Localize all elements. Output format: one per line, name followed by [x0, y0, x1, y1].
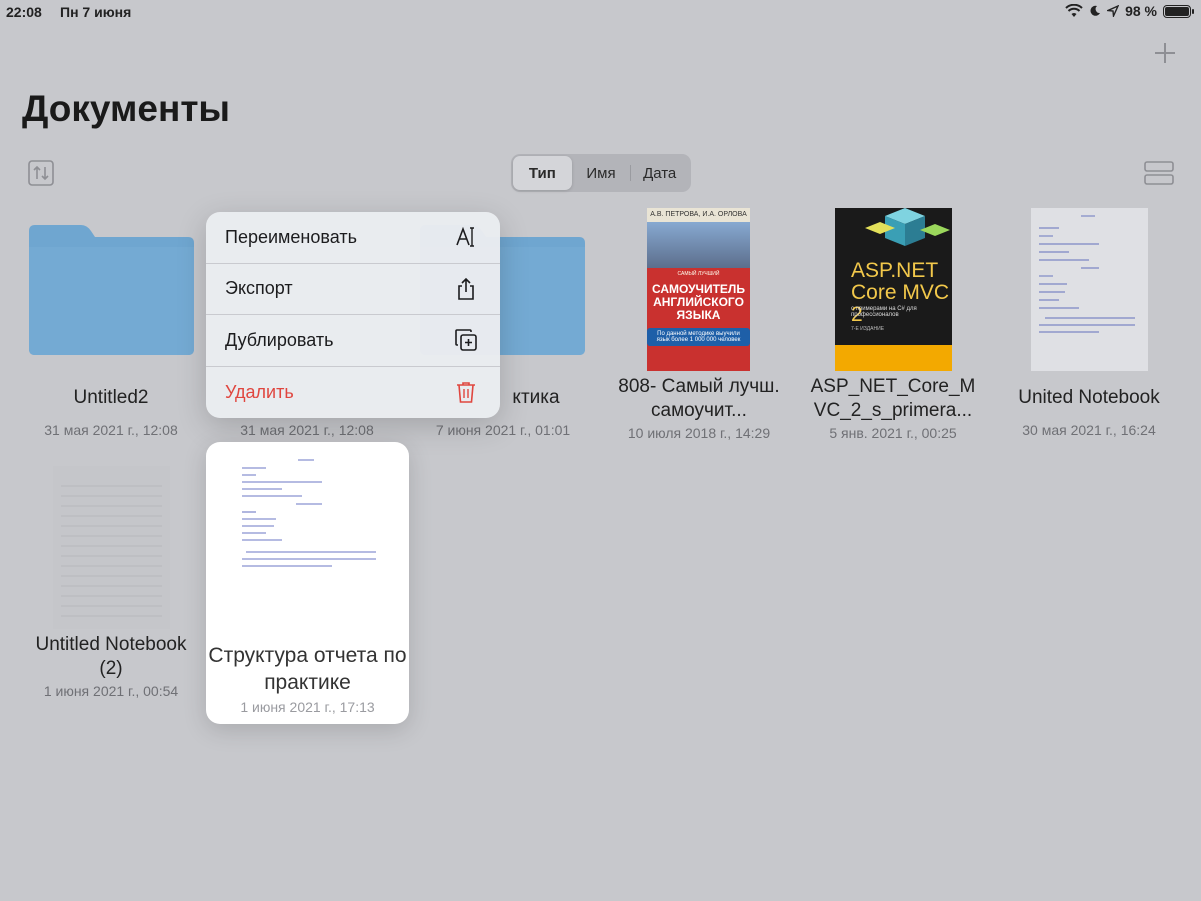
- location-icon: [1107, 5, 1120, 17]
- document-date: 31 мая 2021 г., 12:08: [240, 422, 374, 438]
- document-date: 1 июня 2021 г., 00:54: [43, 683, 179, 699]
- document-item[interactable]: Untitled2 31 мая 2021 г., 12:08: [26, 386, 196, 438]
- status-time: 22:08: [6, 4, 42, 20]
- context-menu: Переименовать Экспорт Дублировать Удалит…: [206, 212, 500, 418]
- menu-item-export[interactable]: Экспорт: [206, 264, 500, 315]
- preview-document-date: 1 июня 2021 г., 17:13: [240, 699, 375, 715]
- status-date: Пн 7 июня: [60, 4, 132, 20]
- handwritten-page-thumbnail: [242, 459, 376, 567]
- document-name: 808- Самый лучш. самоучит...: [618, 376, 780, 421]
- menu-item-label: Переименовать: [225, 226, 357, 247]
- document-name: Untitled Notebook (2): [35, 634, 187, 679]
- share-icon: [454, 277, 478, 301]
- book-edition: 7-Е ИЗДАНИЕ: [851, 326, 885, 332]
- page-title: Документы: [22, 88, 231, 129]
- folder-icon[interactable]: [29, 225, 194, 355]
- book-cover-english[interactable]: А.В. ПЕТРОВА, И.А. ОРЛОВА САМЫЙ ЛУЧШИЙ С…: [647, 208, 750, 371]
- book-subtitle: с примерами на C# для профессионалов: [851, 306, 917, 318]
- sort-arrows-icon[interactable]: [28, 160, 54, 186]
- book-cover-aspnet[interactable]: ASP.NET Core MVC 2 с примерами на C# для…: [835, 208, 952, 371]
- document-date: 10 июля 2018 г., 14:29: [627, 425, 771, 441]
- selected-document-preview[interactable]: Структура отчета по практике 1 июня 2021…: [206, 442, 409, 724]
- trash-icon: [454, 380, 478, 404]
- wifi-icon: [1065, 4, 1083, 17]
- duplicate-icon: [454, 328, 478, 352]
- battery-percent: 98 %: [1125, 3, 1157, 19]
- book-bottom-band: [835, 345, 952, 371]
- sort-segmented-control: Тип Имя Дата: [511, 154, 691, 192]
- document-name: ASP_NET_Core_MVC_2_s_primera...: [810, 376, 976, 421]
- moon-icon: [1090, 5, 1101, 16]
- rename-text-icon: [454, 225, 478, 249]
- menu-item-duplicate[interactable]: Дублировать: [206, 315, 500, 367]
- book-subtitle: САМЫЙ ЛУЧШИЙ: [677, 271, 720, 277]
- battery-icon: [1163, 4, 1194, 18]
- document-item[interactable]: United Notebook 30 мая 2021 г., 16:24: [1004, 386, 1174, 438]
- document-item[interactable]: Untitled Notebook (2) 1 июня 2021 г., 00…: [26, 633, 196, 699]
- document-item[interactable]: ASP_NET_Core_MVC_2_s_primera... 5 янв. 2…: [808, 375, 978, 441]
- document-date: 5 янв. 2021 г., 00:25: [829, 425, 957, 441]
- cubes-illustration: [865, 208, 950, 246]
- segment-name[interactable]: Имя: [572, 156, 631, 190]
- segment-type[interactable]: Тип: [513, 156, 572, 190]
- status-bar: 22:08 Пн 7 июня 98 %: [0, 0, 1201, 24]
- status-right: 98 %: [1065, 3, 1194, 19]
- menu-item-label: Дублировать: [225, 329, 334, 350]
- document-name: Untitled2: [73, 387, 149, 408]
- book-title: САМОУЧИТЕЛЬ АНГЛИЙСКОГО ЯЗЫКА: [652, 282, 745, 322]
- document-date: 30 мая 2021 г., 16:24: [1022, 422, 1156, 438]
- document-date: 31 мая 2021 г., 12:08: [44, 422, 178, 438]
- book-badge: По данной методике выучили язык более 1 …: [647, 328, 750, 346]
- menu-item-delete[interactable]: Удалить: [206, 367, 500, 419]
- document-name: United Notebook: [1018, 387, 1160, 408]
- plus-icon[interactable]: [1150, 38, 1180, 68]
- preview-document-name: Структура отчета по практике: [208, 644, 407, 694]
- list-view-icon[interactable]: [1144, 160, 1174, 186]
- menu-item-label: Удалить: [225, 381, 294, 402]
- lined-page-thumbnail[interactable]: [53, 466, 170, 629]
- book-authors: А.В. ПЕТРОВА, И.А. ОРЛОВА: [647, 208, 750, 222]
- menu-item-rename[interactable]: Переименовать: [206, 212, 500, 264]
- segment-date[interactable]: Дата: [630, 156, 689, 190]
- menu-item-label: Экспорт: [225, 278, 293, 299]
- document-item[interactable]: 808- Самый лучш. самоучит... 10 июля 201…: [614, 375, 784, 441]
- handwritten-page-thumbnail[interactable]: [1031, 208, 1148, 371]
- book-illustration: [647, 222, 750, 268]
- document-date: 7 июня 2021 г., 01:01: [435, 422, 571, 438]
